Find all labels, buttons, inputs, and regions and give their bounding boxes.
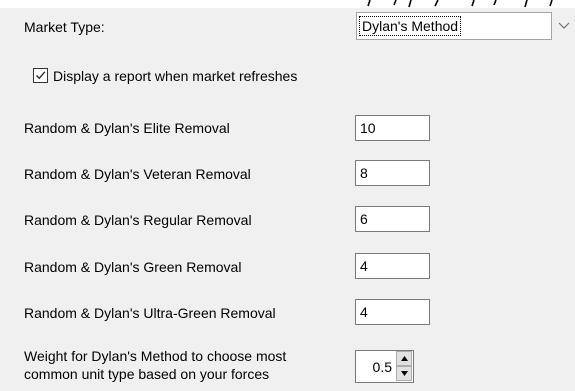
weight-spin-down-button[interactable] (396, 366, 412, 381)
market-type-dropdown[interactable]: Dylan's Method (356, 12, 552, 40)
regular-removal-input[interactable] (355, 206, 430, 232)
ultra-green-removal-label: Random & Dylan's Ultra-Green Removal (24, 305, 276, 321)
chevron-down-icon[interactable] (556, 18, 572, 34)
weight-label-line1: Weight for Dylan's Method to choose most (24, 348, 287, 364)
report-checkbox[interactable] (33, 68, 48, 83)
ultra-green-removal-input[interactable] (355, 299, 430, 325)
report-checkbox-label: Display a report when market refreshes (53, 68, 298, 84)
weight-label: Weight for Dylan's Method to choose most… (24, 347, 286, 383)
veteran-removal-input[interactable] (355, 160, 430, 186)
elite-removal-input[interactable] (355, 115, 430, 141)
regular-removal-label: Random & Dylan's Regular Removal (24, 212, 252, 228)
weight-label-line2: common unit type based on your forces (24, 366, 270, 382)
market-settings-panel: Market Type: Dylan's Method Display a re… (0, 0, 575, 391)
market-type-label: Market Type: (24, 19, 105, 35)
weight-input[interactable] (356, 351, 394, 382)
weight-spin-up-button[interactable] (396, 351, 412, 366)
triangle-up-icon (401, 356, 408, 361)
green-removal-label: Random & Dylan's Green Removal (24, 259, 242, 275)
elite-removal-label: Random & Dylan's Elite Removal (24, 120, 230, 136)
green-removal-input[interactable] (355, 253, 430, 279)
market-type-selected-value: Dylan's Method (358, 16, 462, 36)
clipped-text-artifact (367, 0, 553, 8)
checkmark-icon (36, 71, 46, 80)
triangle-down-icon (401, 371, 408, 376)
weight-spinner[interactable] (355, 350, 414, 383)
veteran-removal-label: Random & Dylan's Veteran Removal (24, 166, 251, 182)
